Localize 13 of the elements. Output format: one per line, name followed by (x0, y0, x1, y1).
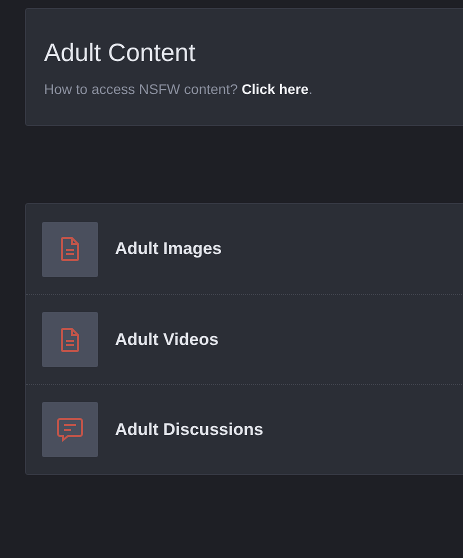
category-row[interactable]: Adult Videos (26, 294, 463, 384)
category-label: Adult Images (115, 238, 222, 260)
chat-icon (57, 418, 83, 442)
category-row[interactable]: Adult Images (26, 204, 463, 294)
category-label: Adult Videos (115, 328, 219, 351)
document-icon (60, 328, 80, 352)
help-text: How to access NSFW content? (44, 81, 239, 97)
category-label: Adult Discussions (115, 418, 264, 441)
click-here-link[interactable]: Click here (242, 81, 309, 97)
category-row[interactable]: Adult Discussions (26, 384, 463, 474)
page-title: Adult Content (44, 38, 196, 69)
document-icon (60, 237, 80, 261)
period-text: . (308, 81, 312, 97)
